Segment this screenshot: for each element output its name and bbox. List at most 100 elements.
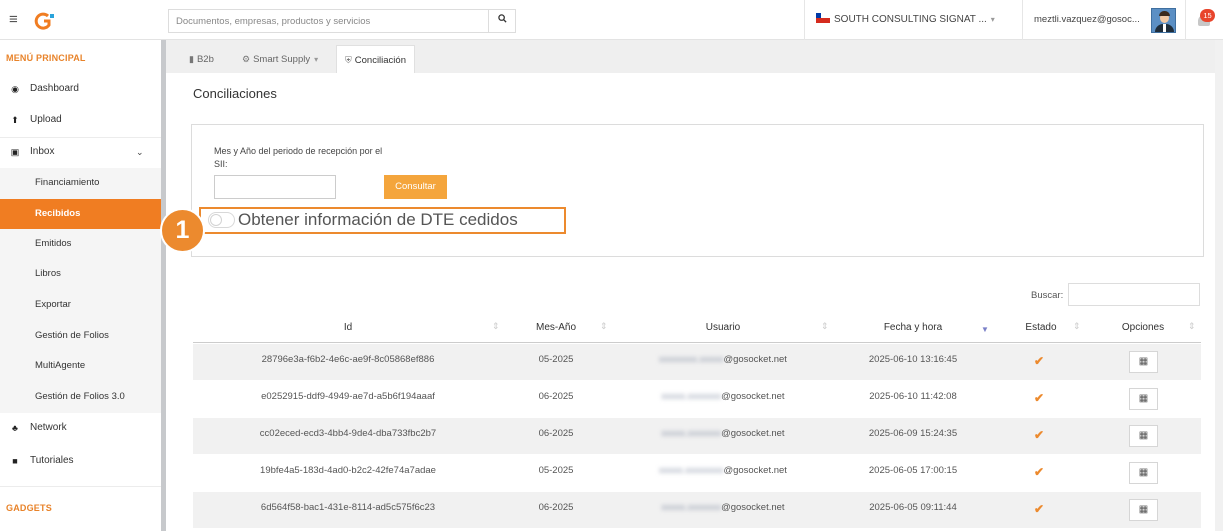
step-number-badge: 1 <box>160 208 205 253</box>
user-domain: @gosocket.net <box>721 502 785 513</box>
divider <box>804 0 805 40</box>
check-icon: ✔ <box>1033 391 1045 405</box>
sidebar-sub-recibidos[interactable]: Recibidos <box>0 199 161 230</box>
sidebar-sub-libros[interactable]: Libros <box>0 259 161 290</box>
sidebar-sub-financiamiento[interactable]: Financiamiento <box>0 168 161 199</box>
video-icon: ■ <box>12 456 18 466</box>
cell-mes-ano: 05-2025 <box>538 354 574 365</box>
inbox-icon: ▣ <box>10 147 20 157</box>
shield-icon: ⛨ <box>345 55 352 65</box>
sidebar-item-inbox[interactable]: ▣ Inbox ⌄ <box>0 137 161 167</box>
cell-usuario: xxxxx.xxxxxxx@gosocket.net <box>613 492 833 524</box>
cell-mes-ano: 06-2025 <box>538 428 574 439</box>
row-options-button[interactable]: ▦ <box>1129 351 1158 373</box>
page-title: Conciliaciones <box>193 86 277 101</box>
cell-usuario: xxxxxxxx.xxxxx@gosocket.net <box>613 344 833 376</box>
row-options-button[interactable]: ▦ <box>1129 462 1158 484</box>
table-row: cc02eced-ecd3-4bb4-9de4-dba733fbc2b7 06-2… <box>193 418 1201 455</box>
dte-toggle[interactable] <box>208 212 235 228</box>
sidebar-sub-multiagente[interactable]: MultiAgente <box>0 351 161 382</box>
cell-id: 19bfe4a5-183d-4ad0-b2c2-42fe74a7adae <box>260 465 436 476</box>
sidebar-heading-main: MENÚ PRINCIPAL <box>6 53 86 63</box>
cell-fecha-hora: 2025-06-10 13:16:45 <box>868 354 958 365</box>
table-row: 6d564f58-bac1-431e-8114-ad5c575f6c23 06-2… <box>193 492 1201 529</box>
cell-fecha-hora: 2025-06-09 15:24:35 <box>868 428 958 439</box>
column-header-id[interactable]: Id <box>338 322 358 333</box>
consultar-button[interactable]: Consultar <box>384 175 447 199</box>
user-domain: @gosocket.net <box>723 465 787 476</box>
row-options-button[interactable]: ▦ <box>1129 499 1158 521</box>
table-icon: ▦ <box>1138 504 1149 515</box>
tab-smart-supply[interactable]: ⚙ Smart Supply ▾ <box>234 45 326 73</box>
period-input[interactable] <box>214 175 336 199</box>
dte-toggle-highlight: Obtener información de DTE cedidos <box>199 207 566 234</box>
column-header-estado[interactable]: Estado <box>1021 322 1061 333</box>
table-icon: ▦ <box>1138 393 1149 404</box>
redacted-username: xxxxxxxx.xxxxx <box>659 354 724 365</box>
user-email[interactable]: meztli.vazquez@gosoc... <box>1034 14 1140 25</box>
table-icon: ▦ <box>1138 356 1149 367</box>
user-domain: @gosocket.net <box>721 391 785 402</box>
cell-usuario: xxxxx.xxxxxxxx@gosocket.net <box>613 455 833 487</box>
global-search <box>168 9 516 33</box>
sidebar-item-dashboard[interactable]: ◉ Dashboard <box>0 74 161 104</box>
column-header-fecha-hora[interactable]: Fecha y hora <box>873 322 953 333</box>
cell-id: cc02eced-ecd3-4bb4-9de4-dba733fbc2b7 <box>259 428 437 439</box>
column-header-usuario[interactable]: Usuario <box>693 322 753 333</box>
sort-icon[interactable]: ⇕ <box>1073 321 1081 332</box>
sort-icon[interactable]: ⇕ <box>492 321 500 332</box>
sidebar-heading-gadgets: GADGETS <box>6 503 52 513</box>
sidebar-sub-emitidos[interactable]: Emitidos <box>0 229 161 260</box>
gear-icon: ⚙ <box>242 54 251 64</box>
cell-id: e0252915-ddf9-4949-ae7d-a5b6f194aaaf <box>261 391 435 402</box>
divider <box>1022 0 1023 40</box>
table-row: 19bfe4a5-183d-4ad0-b2c2-42fe74a7adae 05-2… <box>193 455 1201 492</box>
logo-icon[interactable] <box>34 11 56 31</box>
company-name: SOUTH CONSULTING SIGNAT ... <box>834 14 987 25</box>
sidebar-item-upload[interactable]: ⬆ Upload <box>0 105 161 135</box>
table-search-input[interactable] <box>1068 283 1200 306</box>
row-options-button[interactable]: ▦ <box>1129 388 1158 410</box>
check-icon: ✔ <box>1033 428 1045 442</box>
sidebar-sub-gestion-folios-3[interactable]: Gestión de Folios 3.0 <box>0 382 161 413</box>
dashboard-icon: ◉ <box>11 84 19 94</box>
redacted-username: xxxxx.xxxxxxxx <box>659 465 724 476</box>
page-scrollbar[interactable] <box>1215 40 1223 531</box>
cell-id: 6d564f58-bac1-431e-8114-ad5c575f6c23 <box>260 502 436 513</box>
sidebar-item-network[interactable]: ♣ Network <box>0 413 161 443</box>
check-icon: ✔ <box>1033 465 1045 479</box>
redacted-username: xxxxx.xxxxxxx <box>661 428 722 439</box>
notification-badge[interactable]: 15 <box>1200 9 1215 22</box>
divider <box>1185 0 1186 40</box>
search-input[interactable] <box>169 10 489 32</box>
sort-icon[interactable]: ⇕ <box>600 321 608 332</box>
sidebar-item-tutoriales[interactable]: ■ Tutoriales <box>0 446 161 476</box>
company-selector[interactable]: SOUTH CONSULTING SIGNAT ... ▾ <box>816 13 995 25</box>
file-icon: ▮ <box>189 54 194 64</box>
toggle-knob <box>210 214 222 226</box>
tab-conciliacion[interactable]: ⛨ Conciliación <box>336 45 415 73</box>
avatar[interactable] <box>1151 8 1176 33</box>
dte-toggle-label: Obtener información de DTE cedidos <box>238 210 518 229</box>
search-button[interactable] <box>488 10 515 32</box>
table-row: e0252915-ddf9-4949-ae7d-a5b6f194aaaf 06-2… <box>193 381 1201 418</box>
tab-b2b[interactable]: ▮ B2b <box>181 45 222 73</box>
column-header-mes-ano[interactable]: Mes-Año <box>531 322 581 333</box>
column-header-opciones[interactable]: Opciones <box>1118 322 1168 333</box>
redacted-username: xxxxx.xxxxxxx <box>661 502 722 513</box>
sidebar-sub-gestion-folios[interactable]: Gestión de Folios <box>0 321 161 352</box>
sidebar-sub-exportar[interactable]: Exportar <box>0 290 161 321</box>
sort-desc-icon[interactable]: ▼ <box>981 325 989 334</box>
sidebar: MENÚ PRINCIPAL ◉ Dashboard ⬆ Upload ▣ In… <box>0 40 161 531</box>
cell-id: 28796e3a-f6b2-4e6c-ae9f-8c05868ef886 <box>261 354 435 365</box>
cell-fecha-hora: 2025-06-10 11:42:08 <box>869 391 957 402</box>
row-options-button[interactable]: ▦ <box>1129 425 1158 447</box>
check-icon: ✔ <box>1033 354 1045 368</box>
filter-panel: Mes y Año del periodo de recepción por e… <box>191 124 1204 257</box>
redacted-username: xxxxx.xxxxxxx <box>661 391 722 402</box>
check-icon: ✔ <box>1033 502 1045 516</box>
table-row: 28796e3a-f6b2-4e6c-ae9f-8c05868ef886 05-2… <box>193 344 1201 381</box>
sort-icon[interactable]: ⇕ <box>821 321 829 332</box>
menu-icon[interactable]: ≡ <box>9 12 18 27</box>
sort-icon[interactable]: ⇕ <box>1188 321 1196 332</box>
